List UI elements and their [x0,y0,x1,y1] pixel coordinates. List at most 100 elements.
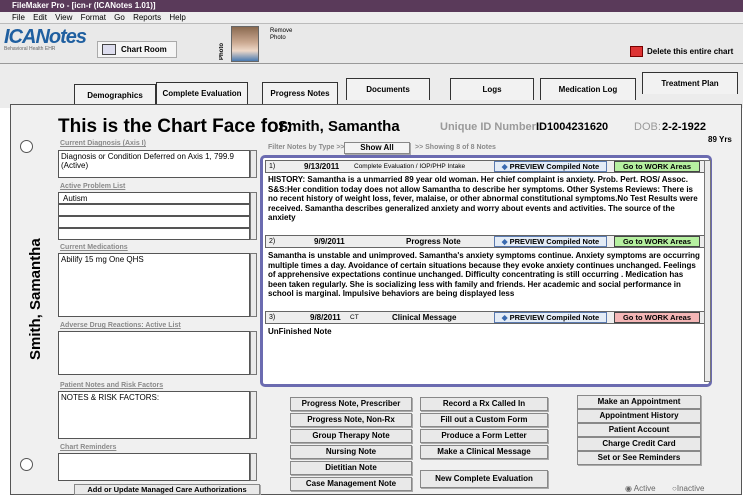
tab-label: Demographics [87,91,143,100]
binder-ring-top [20,140,33,153]
tab-treatment-plan[interactable]: Treatment Plan [642,72,738,94]
patient-account-button[interactable]: Patient Account [577,423,701,437]
dietitian-note-button[interactable]: Dietitian Note [290,461,412,475]
active-label: Active [633,484,656,493]
menu-edit[interactable]: Edit [33,13,47,22]
adr-label: Adverse Drug Reactions: Active List [60,322,181,329]
problem-list-item[interactable] [58,204,250,216]
status-inactive-radio[interactable]: ○Inactive [672,484,704,493]
note-header[interactable]: 2) 9/9/2011 Progress Note ◆ PREVIEW Comp… [265,235,705,248]
delete-chart-button[interactable]: Delete this entire chart [630,44,743,59]
remove-photo-button[interactable]: Remove Photo [270,28,304,42]
notes-panel: 1) 9/13/2011 Complete Evaluation / IOP/P… [260,155,712,387]
delete-chart-label: Delete this entire chart [647,47,734,56]
binder-ring-bottom [20,458,33,471]
preview-label: PREVIEW Compiled Note [509,237,600,246]
notes-scrollbar[interactable] [704,160,711,382]
charge-credit-card-button[interactable]: Charge Credit Card [577,437,701,451]
note-text: UnFinished Note [268,327,332,336]
preview-icon: ◆ [501,162,510,171]
preview-compiled-note-button[interactable]: ◆ PREVIEW Compiled Note [494,161,607,172]
patient-photo[interactable] [231,26,259,62]
diagnosis-scrollbar[interactable] [250,150,257,178]
menu-view[interactable]: View [55,13,72,22]
record-rx-called-in-button[interactable]: Record a Rx Called In [420,397,548,411]
tab-label: Treatment Plan [661,79,719,88]
tab-documents[interactable]: Documents [346,78,430,100]
logo: ICANotes Behavioral Health EHR [4,26,94,56]
problem-list-scrollbar[interactable] [250,192,257,240]
menu-go[interactable]: Go [114,13,125,22]
note-type: Complete Evaluation / IOP/PHP Intake [354,163,466,170]
chart-room-label: Chart Room [121,45,167,54]
tab-progress-notes[interactable]: Progress Notes [262,82,338,104]
form-letter-button[interactable]: Produce a Form Letter [420,429,548,443]
go-to-work-areas-button[interactable]: Go to WORK Areas [614,236,700,247]
tab-label: Progress Notes [270,89,330,98]
adr-scrollbar[interactable] [250,331,257,375]
chart-room-button[interactable]: Chart Room [97,41,177,58]
side-patient-name: Smith, Samantha [27,238,44,360]
medications-field[interactable]: Abilify 15 mg One QHS [58,253,250,317]
problem-list-item[interactable]: Autism [58,192,250,204]
note-text: Samantha is unstable and unimproved. Sam… [268,251,700,299]
progress-note-non-rx-button[interactable]: Progress Note, Non-Rx [290,413,412,427]
go-to-work-areas-button[interactable]: Go to WORK Areas [614,161,700,172]
make-appointment-button[interactable]: Make an Appointment [577,395,701,409]
new-complete-evaluation-button[interactable]: New Complete Evaluation [420,470,548,488]
preview-compiled-note-button[interactable]: ◆ PREVIEW Compiled Note [494,312,607,323]
note-date: 9/13/2011 [304,162,340,171]
note-text: HISTORY: Samantha is a unmarried 89 year… [268,175,698,223]
radio-filled-icon: ◉ [625,484,632,493]
tab-label: Medication Log [558,85,618,94]
case-management-note-button[interactable]: Case Management Note [290,477,412,491]
note-number: 2) [269,238,276,245]
uid-value: ID1004231620 [536,121,609,133]
nursing-note-button[interactable]: Nursing Note [290,445,412,459]
photo-label: Photo [219,43,225,60]
page-title: This is the Chart Face for: [58,116,293,137]
dob-label: DOB: [634,121,661,133]
go-to-work-areas-button[interactable]: Go to WORK Areas [614,312,700,323]
menu-file[interactable]: File [12,13,25,22]
adr-field[interactable] [58,331,250,375]
risk-factors-scrollbar[interactable] [250,391,257,439]
note-type: Progress Note [406,237,461,246]
note-header[interactable]: 1) 9/13/2011 Complete Evaluation / IOP/P… [265,160,705,173]
menu-help[interactable]: Help [169,13,185,22]
reminders-field[interactable] [58,453,250,481]
preview-compiled-note-button[interactable]: ◆ PREVIEW Compiled Note [494,236,607,247]
reminders-label: Chart Reminders [60,444,117,451]
window-title: FileMaker Pro - [icn-r (ICANotes 1.01)] [12,1,156,10]
reminders-scrollbar[interactable] [250,453,257,481]
menu-format[interactable]: Format [81,13,106,22]
tab-demographics[interactable]: Demographics [74,84,156,106]
risk-factors-field[interactable]: NOTES & RISK FACTORS: [58,391,250,439]
tab-medication-log[interactable]: Medication Log [540,78,636,100]
group-therapy-note-button[interactable]: Group Therapy Note [290,429,412,443]
medications-label: Current Medications [60,244,128,251]
managed-care-button[interactable]: Add or Update Managed Care Authorization… [74,484,260,495]
note-header[interactable]: 3) 9/8/2011 CT Clinical Message ◆ PREVIE… [265,311,705,324]
tab-complete-evaluation[interactable]: Complete Evaluation [156,82,248,104]
diagnosis-field[interactable]: Diagnosis or Condition Deferred on Axis … [58,150,250,178]
tab-logs[interactable]: Logs [450,78,534,100]
clinical-message-button[interactable]: Make a Clinical Message [420,445,548,459]
custom-form-button[interactable]: Fill out a Custom Form [420,413,548,427]
reminders-button[interactable]: Set or See Reminders [577,451,701,465]
problem-list-item[interactable] [58,228,250,240]
menu-reports[interactable]: Reports [133,13,161,22]
logo-text: ICANotes [4,26,87,48]
preview-label: PREVIEW Compiled Note [509,313,600,322]
note-ct: CT [350,314,359,321]
progress-note-prescriber-button[interactable]: Progress Note, Prescriber [290,397,412,411]
preview-label: PREVIEW Compiled Note [509,162,600,171]
medications-scrollbar[interactable] [250,253,257,317]
show-all-button[interactable]: Show All [344,142,410,154]
status-active-radio[interactable]: ◉ Active [625,484,656,493]
tab-label: Complete Evaluation [162,89,242,98]
diagnosis-label: Current Diagnosis (Axis I) [60,140,146,147]
appointment-history-button[interactable]: Appointment History [577,409,701,423]
problem-list-item[interactable] [58,216,250,228]
tab-label: Documents [366,85,410,94]
